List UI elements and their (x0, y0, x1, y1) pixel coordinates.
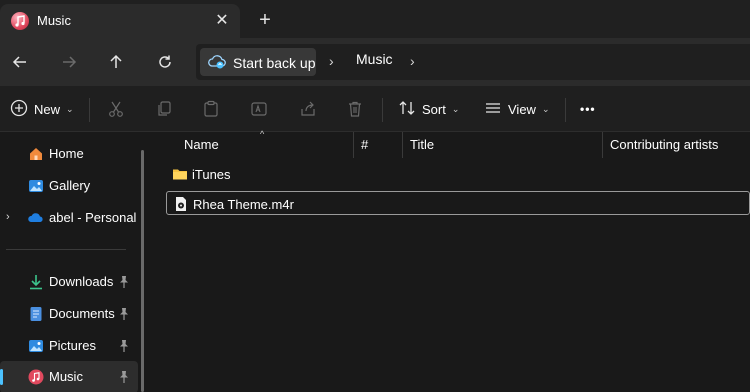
audio-file-icon (173, 196, 189, 212)
sidebar-item-label: Gallery (49, 178, 91, 193)
music-icon (28, 369, 44, 385)
plus-circle-icon (10, 99, 28, 120)
pin-icon[interactable] (118, 370, 130, 384)
column-header-label: Title (410, 137, 435, 152)
view-list-icon (484, 99, 502, 120)
onedrive-icon (28, 210, 44, 226)
file-name: Rhea Theme.m4r (193, 197, 294, 212)
pin-icon[interactable] (118, 339, 130, 353)
documents-icon (28, 306, 44, 322)
sidebar-item-pictures[interactable]: Pictures (0, 330, 138, 362)
file-list: Name ^ # Title Contributing artists iTun… (152, 129, 750, 392)
music-app-icon (11, 12, 29, 30)
rename-icon[interactable] (247, 97, 271, 121)
sidebar-divider (6, 249, 126, 250)
column-header-title[interactable]: Title (403, 132, 603, 158)
sidebar-item-downloads[interactable]: Downloads (0, 266, 138, 298)
start-backup-button[interactable]: Start back up (200, 48, 316, 76)
downloads-icon (28, 274, 44, 290)
sort-ascending-icon: ^ (260, 129, 265, 139)
tab-music[interactable]: Music ✕ (0, 4, 240, 38)
divider (382, 98, 383, 122)
cut-icon[interactable] (104, 97, 128, 121)
sort-icon (398, 99, 416, 120)
breadcrumb-separator-icon[interactable]: › (329, 53, 334, 69)
sort-label: Sort (422, 101, 446, 117)
file-name: iTunes (192, 167, 231, 182)
copy-icon[interactable] (152, 97, 176, 121)
new-tab-button[interactable]: + (254, 9, 276, 31)
divider (89, 98, 90, 122)
column-header-number[interactable]: # (354, 132, 404, 158)
sidebar-item-label: Documents (49, 306, 115, 321)
tab-title: Music (37, 13, 71, 28)
column-header-artists[interactable]: Contributing artists (603, 132, 750, 158)
title-bar: Music ✕ + (0, 0, 750, 38)
share-icon[interactable] (296, 97, 320, 121)
pin-icon[interactable] (118, 275, 130, 289)
more-options-icon[interactable]: ••• (580, 95, 596, 123)
sidebar-item-label: Home (49, 146, 84, 161)
column-header-label: # (361, 137, 369, 152)
sort-button[interactable]: Sort ⌄ (398, 95, 459, 123)
pin-icon[interactable] (118, 307, 130, 321)
back-arrow-icon[interactable] (6, 48, 34, 76)
sidebar-item-onedrive[interactable]: › abel - Personal (0, 202, 138, 234)
delete-icon[interactable] (343, 97, 367, 121)
sidebar-item-label: abel - Personal (49, 210, 137, 225)
breadcrumb-music[interactable]: Music (356, 51, 393, 67)
divider (565, 98, 566, 122)
new-label: New (34, 101, 61, 117)
sidebar-item-home[interactable]: Home (0, 138, 138, 170)
chevron-down-icon: ⌄ (451, 103, 460, 114)
start-backup-label: Start back up (233, 55, 316, 71)
gallery-icon (28, 178, 44, 194)
chevron-down-icon: ⌄ (66, 103, 74, 114)
sidebar-item-label: Pictures (49, 338, 96, 353)
sidebar-item-documents[interactable]: Documents (0, 298, 138, 330)
sidebar-item-label: Downloads (49, 274, 114, 289)
paste-icon[interactable] (199, 97, 223, 121)
expand-chevron-icon[interactable]: › (6, 211, 10, 223)
home-icon (28, 146, 44, 162)
view-label: View (508, 101, 536, 117)
navigation-bar: Start back up › Music › (0, 38, 750, 86)
pictures-icon (28, 338, 44, 354)
new-button[interactable]: New ⌄ (10, 95, 74, 123)
view-button[interactable]: View ⌄ (484, 95, 550, 123)
sidebar-item-music[interactable]: Music (0, 361, 138, 392)
chevron-down-icon: ⌄ (541, 103, 550, 114)
address-bar[interactable]: Start back up › Music › (196, 44, 750, 80)
file-row-itunes[interactable]: iTunes (166, 162, 750, 186)
column-header-label: Contributing artists (610, 137, 719, 152)
refresh-icon[interactable] (151, 48, 179, 76)
command-bar: New ⌄ Sort ⌄ View ⌄ ••• (0, 86, 750, 132)
sidebar-item-gallery[interactable]: Gallery (0, 170, 138, 202)
sidebar-item-label: Music (49, 369, 83, 384)
forward-arrow-icon[interactable] (55, 48, 83, 76)
close-tab-icon[interactable]: ✕ (211, 9, 233, 31)
breadcrumb-separator-icon[interactable]: › (410, 53, 415, 69)
up-arrow-icon[interactable] (102, 48, 130, 76)
sidebar-scrollbar[interactable] (141, 150, 144, 392)
file-row-rhea-theme[interactable]: Rhea Theme.m4r (166, 191, 750, 215)
cloud-sync-icon (208, 54, 226, 73)
folder-icon (172, 166, 188, 182)
navigation-pane: Home Gallery › abel - Personal Downloads… (0, 132, 152, 392)
column-header-name[interactable]: Name ^ (152, 129, 354, 158)
column-header-label: Name (184, 137, 219, 152)
